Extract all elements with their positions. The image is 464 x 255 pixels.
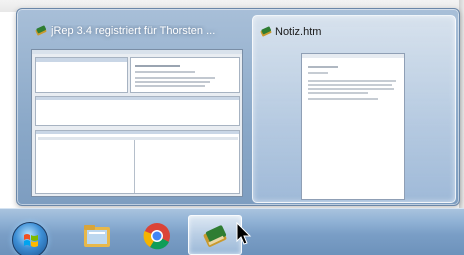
taskbar [0,208,464,255]
preview-menubar [32,50,242,54]
preview-pane [130,57,240,93]
thumbnail-jrep[interactable]: jRep 3.4 registriert für Thorsten ... [25,15,247,203]
folder-icon [84,225,110,247]
chrome-icon [143,223,170,250]
start-button[interactable] [12,222,48,255]
preview-pane [35,130,240,194]
book-icon [203,225,227,247]
book-icon [260,26,272,37]
window-preview [31,49,243,197]
thumbnail-title: Notiz.htm [275,26,322,38]
taskbar-thumbnail-flyout: jRep 3.4 registriert für Thorsten ... No… [16,8,460,206]
book-icon [35,25,47,36]
taskbar-button-jrep[interactable] [188,215,242,255]
mouse-cursor-icon [236,222,252,245]
thumbnail-title: jRep 3.4 registriert für Thorsten ... [51,25,216,37]
taskbar-button-chrome[interactable] [130,215,184,255]
preview-pane [35,96,240,126]
preview-pane [35,57,128,93]
windows-logo-icon [24,234,38,247]
taskbar-button-explorer[interactable] [70,215,124,255]
window-preview [301,53,405,200]
thumbnail-notiz[interactable]: Notiz.htm [252,15,456,203]
